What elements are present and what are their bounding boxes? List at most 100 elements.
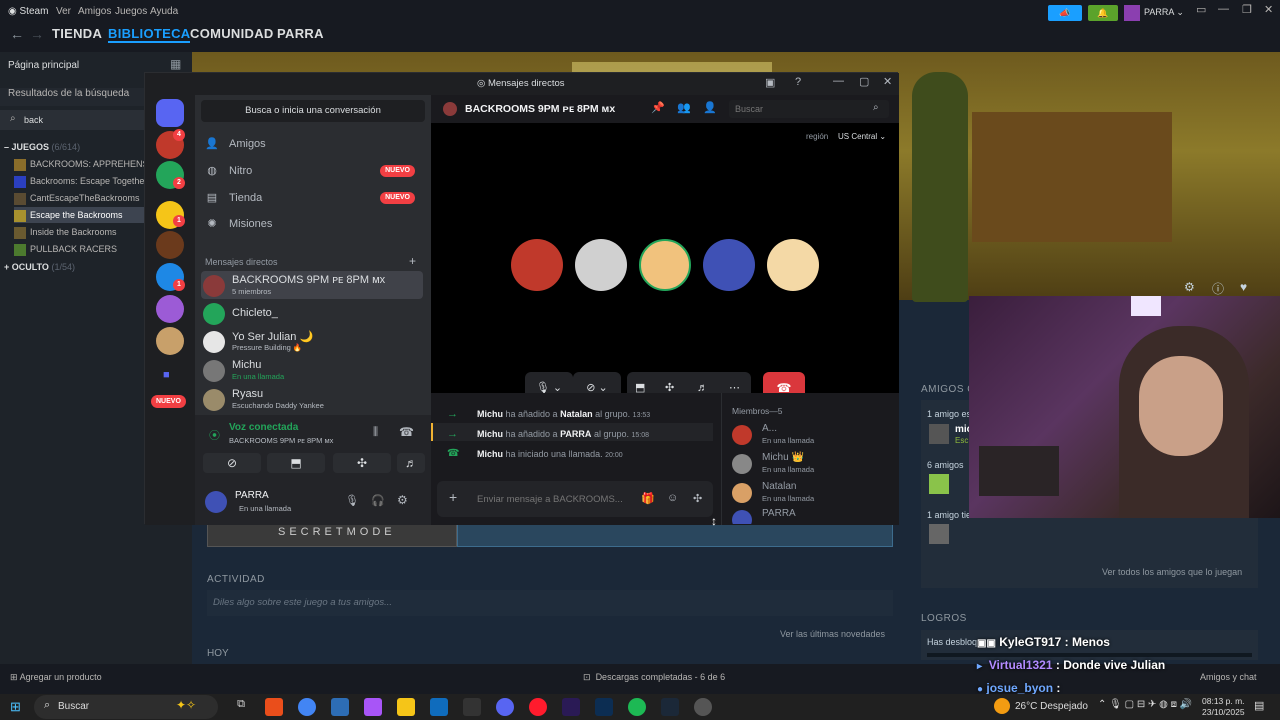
news-link[interactable]: Ver las últimas novedades: [780, 629, 885, 639]
vegas-icon[interactable]: [331, 698, 349, 716]
search-box[interactable]: ⌕: [729, 100, 889, 118]
call-participant-avatar[interactable]: [575, 239, 627, 291]
dm-item[interactable]: Chicleto_: [201, 299, 423, 327]
message-input[interactable]: [477, 491, 627, 507]
info-icon[interactable]: ⓘ: [1212, 280, 1224, 297]
downloads-status[interactable]: ⊡ Descargas completadas - 6 de 6: [583, 672, 725, 683]
brave-icon[interactable]: [265, 698, 283, 716]
headphones-icon[interactable]: 🎧: [371, 494, 385, 507]
favorite-heart-icon[interactable]: ♥: [1240, 280, 1247, 294]
activities-button[interactable]: ✣: [333, 453, 391, 473]
call-participant-avatar[interactable]: [703, 239, 755, 291]
menu-amigos[interactable]: Amigos: [78, 6, 111, 17]
weather-text[interactable]: 26°C Despejado: [1015, 701, 1088, 712]
user-menu[interactable]: PARRA ⌄: [1144, 7, 1184, 18]
microphone-icon[interactable]: 🎙: [345, 494, 359, 507]
noise-suppression-icon[interactable]: ⫼: [373, 426, 378, 439]
forward-arrow-icon[interactable]: →: [30, 26, 44, 42]
message-composer[interactable]: + 🎁 ☺ ✣: [437, 481, 713, 517]
menu-ayuda[interactable]: Ayuda: [150, 6, 178, 17]
screen-mode-icon[interactable]: ▭: [1196, 3, 1206, 16]
library-filter-dropdown[interactable]: Resultados de la búsqueda: [0, 88, 150, 106]
dm-item-group[interactable]: BACKROOMS 9PM ᴘᴇ 8PM ᴍx 5 miembros: [201, 271, 423, 299]
activity-input[interactable]: Diles algo sobre este juego a tus amigos…: [207, 590, 893, 616]
friends-chat-button[interactable]: Amigos y chat: [1200, 672, 1257, 682]
minimize-icon[interactable]: —: [833, 75, 844, 87]
camera-off-button[interactable]: ⊘: [203, 453, 261, 473]
close-icon[interactable]: ✕: [1264, 3, 1273, 16]
spotify-icon[interactable]: [628, 698, 646, 716]
members-list-icon[interactable]: 👤: [703, 101, 717, 114]
maximize-icon[interactable]: ❐: [1242, 3, 1252, 16]
screenshare-button[interactable]: ⬒: [267, 453, 325, 473]
minimize-icon[interactable]: —: [1218, 3, 1229, 15]
voice-channel[interactable]: BACKROOMS 9PM ᴘᴇ 8PM ᴍx: [229, 436, 333, 445]
member-item[interactable]: A... En una llamada: [732, 421, 892, 449]
steam-taskbar-icon[interactable]: [661, 698, 679, 716]
server-icon[interactable]: [156, 327, 184, 355]
call-participant-avatar-speaking[interactable]: [639, 239, 691, 291]
notifications-button[interactable]: 🔔: [1088, 5, 1118, 21]
chrome-icon[interactable]: [298, 698, 316, 716]
member-item[interactable]: Michu 👑 En una llamada: [732, 450, 892, 478]
photoshop-icon[interactable]: [595, 698, 613, 716]
gift-icon[interactable]: 🎁: [641, 492, 655, 505]
search-input[interactable]: [735, 102, 865, 116]
pin-icon[interactable]: 📌: [651, 101, 665, 114]
friend-avatar[interactable]: [929, 424, 949, 444]
windows-start-icon[interactable]: ⊞: [10, 699, 21, 715]
tab-comunidad[interactable]: COMUNIDAD: [190, 26, 274, 41]
add-friend-icon[interactable]: 👥: [677, 101, 691, 114]
menu-ver[interactable]: Ver: [56, 6, 71, 17]
premiere-icon[interactable]: [562, 698, 580, 716]
opera-icon[interactable]: [529, 698, 547, 716]
tab-user[interactable]: PARRA: [277, 26, 324, 41]
self-avatar[interactable]: [205, 491, 227, 513]
tab-tienda[interactable]: TIENDA: [52, 26, 102, 41]
task-view-icon[interactable]: ⧉: [232, 698, 250, 716]
broadcast-button[interactable]: 📣: [1048, 5, 1082, 21]
call-participant-avatar[interactable]: [767, 239, 819, 291]
menu-juegos[interactable]: Juegos: [115, 6, 147, 17]
dm-item[interactable]: Michu En una llamada: [201, 356, 423, 384]
nav-shop[interactable]: ▤ Tienda NUEVO: [203, 186, 425, 210]
new-dm-plus-icon[interactable]: +: [409, 254, 416, 268]
dm-item[interactable]: Ryasu Escuchando Daddy Yankee: [201, 385, 423, 413]
dm-item[interactable]: Yo Ser Julian 🌙 Pressure Building 🔥: [201, 327, 423, 355]
help-icon[interactable]: ?: [795, 76, 801, 88]
server-icon[interactable]: [156, 231, 184, 259]
tab-biblioteca[interactable]: BIBLIOTECA: [108, 26, 191, 43]
member-item[interactable]: Natalan En una llamada: [732, 479, 892, 507]
settings-gear-icon[interactable]: ⚙: [1184, 280, 1195, 294]
copilot-icon[interactable]: [364, 698, 382, 716]
folder-icon[interactable]: ■: [163, 369, 170, 381]
find-conversation-button[interactable]: Busca o inicia una conversación: [201, 100, 425, 122]
taskbar-search[interactable]: ⌕ Buscar ✦✧: [34, 695, 218, 719]
library-search[interactable]: ⌕: [0, 110, 146, 130]
channel-name[interactable]: BACKROOMS 9PM ᴘᴇ 8PM ᴍx: [465, 103, 615, 115]
disconnect-icon[interactable]: ☎: [399, 425, 414, 439]
clock-date[interactable]: 23/10/2025: [1202, 707, 1245, 717]
nav-friends[interactable]: 👤 Amigos: [203, 132, 425, 156]
msg-target[interactable]: Natalan: [560, 409, 593, 419]
call-participant-avatar[interactable]: [511, 239, 563, 291]
msg-target[interactable]: PARRA: [560, 429, 591, 439]
attach-plus-icon[interactable]: +: [449, 489, 457, 505]
store-icon[interactable]: [430, 698, 448, 716]
nav-nitro[interactable]: ◍ Nitro NUEVO: [203, 159, 425, 183]
region-select[interactable]: US Central ⌄: [838, 132, 886, 141]
msg-actor[interactable]: Michu: [477, 409, 503, 419]
file-explorer-icon[interactable]: [397, 698, 415, 716]
msg-actor[interactable]: Michu: [477, 449, 503, 459]
maximize-icon[interactable]: ▢: [859, 75, 869, 88]
nav-quests[interactable]: ✺ Misiones: [203, 212, 425, 236]
friend-avatar[interactable]: [929, 524, 949, 544]
steam-logo-menu[interactable]: ◉ Steam: [8, 6, 48, 17]
discord-taskbar-icon[interactable]: [496, 698, 514, 716]
app-icon[interactable]: [463, 698, 481, 716]
friend-avatar[interactable]: [929, 474, 949, 494]
discord-home-icon[interactable]: [156, 99, 184, 127]
user-settings-gear-icon[interactable]: ⚙: [397, 493, 408, 507]
soundboard-button[interactable]: ♬: [397, 453, 425, 473]
grid-view-icon[interactable]: ▦: [170, 57, 181, 71]
